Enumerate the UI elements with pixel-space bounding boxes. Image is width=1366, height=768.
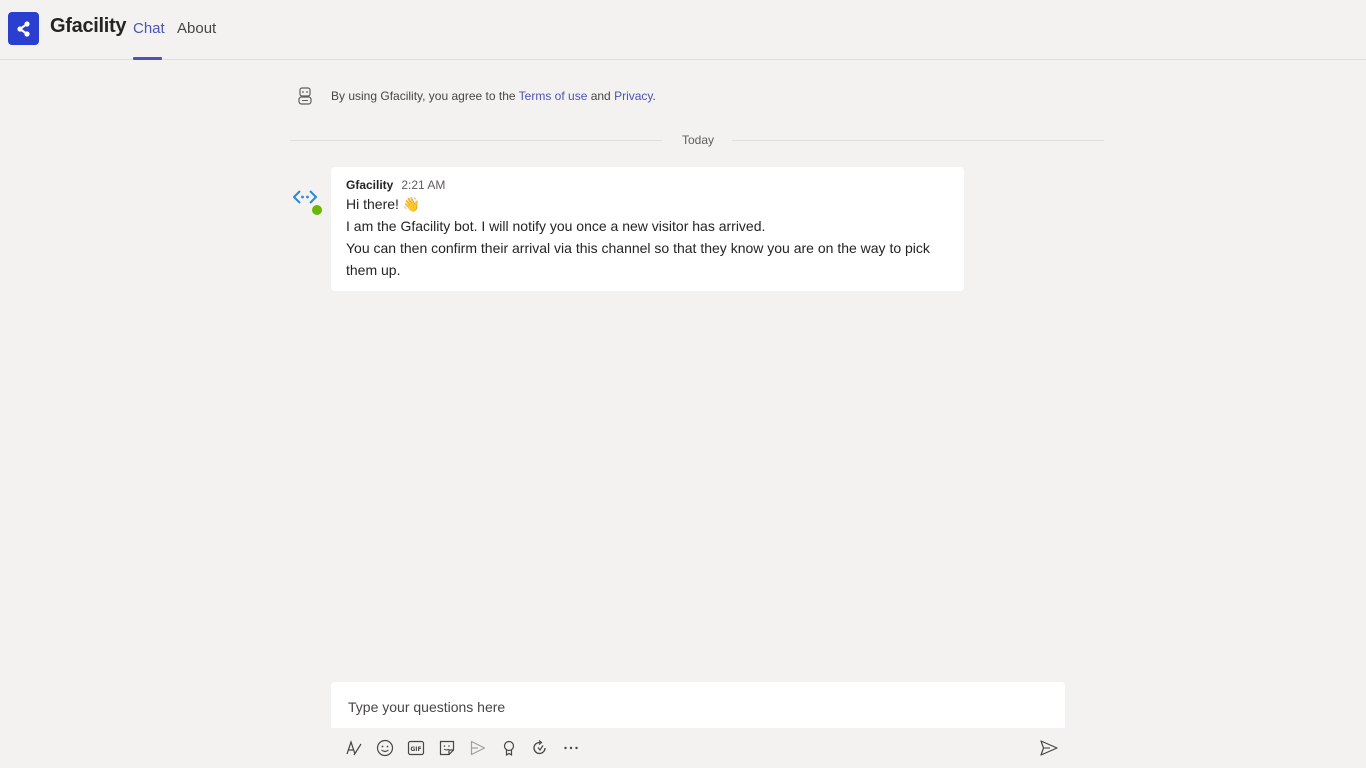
- bot-message: Gfacility 2:21 AM Hi there! 👋 I am the Gf…: [331, 167, 964, 291]
- terms-notice: By using Gfacility, you agree to the Ter…: [297, 86, 656, 106]
- praise-icon[interactable]: [498, 737, 520, 759]
- tab-about[interactable]: About: [177, 20, 216, 37]
- format-icon[interactable]: [343, 737, 365, 759]
- app-header: Gfacility Chat About: [0, 0, 1366, 60]
- message-line-2: You can then confirm their arrival via t…: [346, 240, 930, 278]
- notice-suffix: .: [652, 89, 656, 103]
- date-divider-label: Today: [682, 133, 715, 147]
- compose-box: [331, 682, 1065, 730]
- sticker-icon[interactable]: [436, 737, 458, 759]
- bot-icon: [297, 87, 313, 105]
- date-divider-right: [732, 140, 1104, 141]
- active-tab-indicator: [133, 57, 162, 60]
- privacy-link[interactable]: Privacy: [614, 89, 652, 103]
- app-title: Gfacility: [50, 15, 127, 37]
- message-header: Gfacility 2:21 AM: [346, 178, 949, 192]
- emoji-icon[interactable]: [374, 737, 396, 759]
- notice-middle: and: [587, 89, 615, 103]
- more-options-icon[interactable]: [560, 737, 582, 759]
- tab-chat[interactable]: Chat: [133, 20, 165, 37]
- message-sender: Gfacility: [346, 178, 394, 192]
- notice-text: By using Gfacility, you agree to the Ter…: [331, 89, 656, 103]
- date-divider-left: [290, 140, 662, 141]
- terms-of-use-link[interactable]: Terms of use: [519, 89, 588, 103]
- notice-prefix: By using Gfacility, you agree to the: [331, 89, 519, 103]
- message-timestamp: 2:21 AM: [401, 178, 446, 192]
- message-line-1: I am the Gfacility bot. I will notify yo…: [346, 218, 766, 234]
- message-input[interactable]: [346, 695, 1050, 719]
- presence-available-icon: [310, 203, 324, 217]
- loop-icon[interactable]: [529, 737, 551, 759]
- send-icon[interactable]: [1038, 737, 1060, 759]
- message-body: Hi there! 👋 I am the Gfacility bot. I wi…: [346, 193, 949, 281]
- svg-text:GIF: GIF: [410, 746, 421, 753]
- message-greeting: Hi there! 👋: [346, 196, 421, 212]
- app-logo-icon: [8, 12, 39, 45]
- gif-icon[interactable]: GIF: [405, 737, 427, 759]
- meet-now-icon[interactable]: [467, 737, 489, 759]
